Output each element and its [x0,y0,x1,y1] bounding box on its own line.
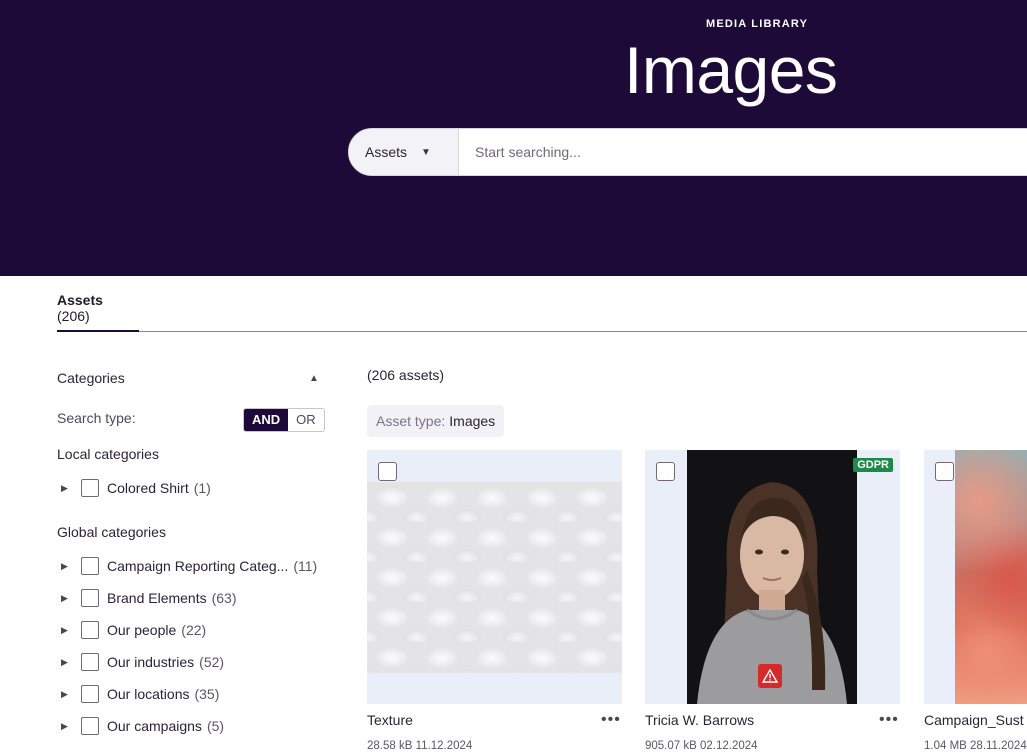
tab-bar: Assets (206) [57,276,1027,332]
expand-caret-icon[interactable]: ▶ [61,561,77,572]
local-categories-label: Local categories [57,446,159,462]
gdpr-badge: GDPR [853,458,893,472]
asset-type-filter-chip[interactable]: Asset type: Images [367,405,505,437]
category-count: (63) [211,590,237,606]
category-count: (1) [193,480,211,496]
warning-icon[interactable] [758,664,782,688]
asset-thumbnail[interactable] [367,450,622,704]
category-label: Campaign Reporting Categ... [107,558,289,574]
category-count: (11) [293,558,318,574]
category-label: Our industries [107,654,195,670]
category-checkbox[interactable] [81,621,99,639]
asset-meta: 1.04 MB 28.11.2024 [924,740,1027,752]
search-type-label: Search type: [57,410,136,426]
search-type-toggle: AND OR [243,408,325,432]
asset-meta: 905.07 kB 02.12.2024 [645,740,758,752]
category-row[interactable]: ▶ Our people (22) [57,619,329,641]
asset-card[interactable]: GDPR Tricia W. Barrows ••• 905.07 kB 02.… [645,450,900,753]
asset-select-checkbox[interactable] [378,462,397,481]
tab-assets-count: (206) [57,308,90,324]
search-type-and[interactable]: AND [244,409,289,431]
category-count: (22) [181,622,207,638]
results-count: (206 assets) [367,367,445,383]
category-label: Our locations [107,686,190,702]
category-checkbox[interactable] [81,479,99,497]
category-checkbox[interactable] [81,653,99,671]
expand-caret-icon[interactable]: ▶ [61,657,77,668]
category-row[interactable]: ▶ Our industries (52) [57,651,329,673]
search-bar: Assets ▼ [348,128,1027,176]
category-row[interactable]: ▶ Colored Shirt (1) [57,477,329,499]
category-label: Our campaigns [107,718,202,734]
category-row[interactable]: ▶ Our campaigns (5) [57,715,329,737]
asset-name[interactable]: Campaign_Sust [924,712,1024,728]
expand-caret-icon[interactable]: ▶ [61,625,77,636]
page-header: MEDIA LIBRARY Images Assets ▼ [0,0,1027,276]
category-row[interactable]: ▶ Brand Elements (63) [57,587,329,609]
asset-card[interactable]: Campaign_Sust 1.04 MB 28.11.2024 [924,450,1027,753]
more-options-icon[interactable]: ••• [601,711,621,729]
global-categories-label: Global categories [57,524,166,540]
asset-select-checkbox[interactable] [656,462,675,481]
asset-thumbnail[interactable] [924,450,1027,704]
category-label: Brand Elements [107,590,207,606]
asset-thumbnail[interactable]: GDPR [645,450,900,704]
category-label: Colored Shirt [107,480,189,496]
search-input[interactable] [459,129,1027,175]
search-scope-label: Assets [365,144,408,160]
page-title: Images [624,33,838,107]
category-count: (52) [199,654,225,670]
expand-caret-icon[interactable]: ▶ [61,483,77,494]
chip-key: Asset type: [376,413,446,429]
clouds-image [955,450,1027,704]
search-scope-dropdown[interactable]: Assets ▼ [349,129,459,175]
category-row[interactable]: ▶ Our locations (35) [57,683,329,705]
category-count: (5) [206,718,225,734]
search-type-or[interactable]: OR [288,409,324,431]
expand-caret-icon[interactable]: ▶ [61,721,77,732]
expand-caret-icon[interactable]: ▶ [61,689,77,700]
caret-down-icon: ▼ [421,146,431,158]
collapse-caret-icon[interactable]: ▲ [309,373,319,384]
tab-assets[interactable]: Assets (206) [57,292,139,332]
category-checkbox[interactable] [81,589,99,607]
category-row[interactable]: ▶ Campaign Reporting Categ... (11) [57,555,329,577]
asset-meta: 28.58 kB 11.12.2024 [367,740,473,752]
category-count: (35) [194,686,220,702]
asset-card[interactable]: Texture ••• 28.58 kB 11.12.2024 [367,450,622,753]
texture-image [367,482,622,673]
tab-assets-label: Assets [57,292,103,308]
asset-name[interactable]: Tricia W. Barrows [645,712,754,728]
expand-caret-icon[interactable]: ▶ [61,593,77,604]
category-checkbox[interactable] [81,717,99,735]
category-checkbox[interactable] [81,557,99,575]
category-label: Our people [107,622,177,638]
chip-value: Images [449,413,496,429]
category-checkbox[interactable] [81,685,99,703]
more-options-icon[interactable]: ••• [879,711,899,729]
asset-select-checkbox[interactable] [935,462,954,481]
asset-name[interactable]: Texture [367,712,413,728]
categories-heading: Categories [57,370,125,386]
section-kicker: MEDIA LIBRARY [706,18,809,30]
